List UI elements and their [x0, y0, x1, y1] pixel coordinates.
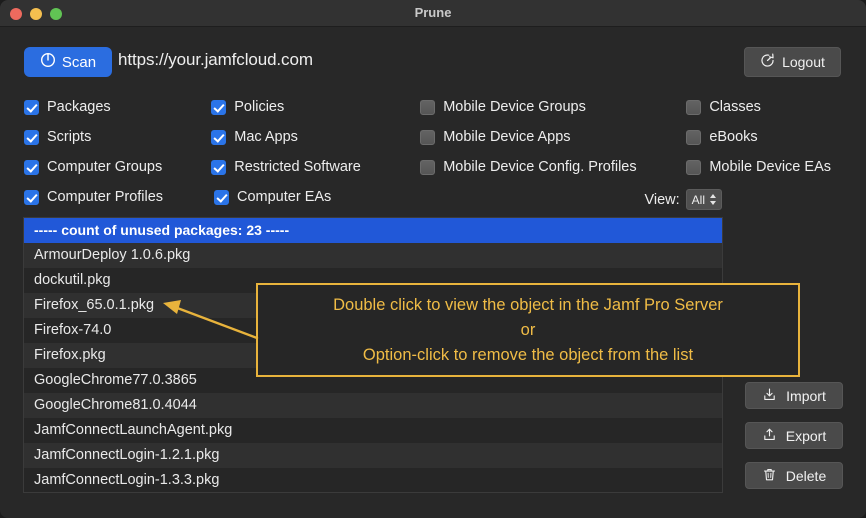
filter-row: Computer Groups Restricted Software Mobi…	[24, 152, 844, 182]
logout-button-label: Logout	[782, 54, 825, 70]
checkbox-mac-apps-box[interactable]	[211, 129, 227, 145]
import-button-label: Import	[786, 387, 826, 404]
checkbox-classes-box[interactable]	[686, 99, 702, 115]
logout-clock-icon	[760, 53, 775, 71]
checkbox-computer-profiles-box[interactable]	[24, 189, 39, 205]
checkbox-computer-eas-label: Computer EAs	[237, 189, 332, 205]
view-dropdown[interactable]: All	[685, 189, 722, 210]
checkbox-ebooks-label: eBooks	[709, 129, 758, 145]
checkbox-mobile-device-apps-label: Mobile Device Apps	[443, 129, 571, 145]
checkbox-mobile-device-config-profiles[interactable]: Mobile Device Config. Profiles	[420, 159, 686, 175]
window-titlebar: Prune	[0, 0, 866, 27]
server-url-text: https://your.jamfcloud.com	[118, 50, 313, 69]
checkbox-classes-label: Classes	[709, 99, 761, 115]
checkbox-computer-eas-box[interactable]	[214, 189, 229, 205]
checkbox-restricted-software-box[interactable]	[211, 159, 227, 175]
chevron-updown-icon	[709, 193, 717, 206]
checkbox-mobile-device-groups-box[interactable]	[420, 99, 436, 115]
trash-icon	[762, 467, 777, 485]
callout-line-1: Double click to view the object in the J…	[333, 295, 723, 314]
list-header-row[interactable]: ----- count of unused packages: 23 -----	[24, 218, 722, 243]
list-item[interactable]: ArmourDeploy 1.0.6.pkg	[24, 243, 722, 268]
checkbox-mobile-device-groups[interactable]: Mobile Device Groups	[420, 99, 686, 115]
checkbox-scripts-box[interactable]	[24, 129, 39, 145]
checkbox-ebooks-box[interactable]	[686, 129, 702, 145]
checkbox-packages-label: Packages	[47, 99, 111, 115]
checkbox-packages-box[interactable]	[24, 99, 39, 115]
import-tray-icon	[762, 387, 777, 405]
logout-button[interactable]: Logout	[744, 47, 841, 77]
delete-button-label: Delete	[785, 467, 827, 484]
list-item[interactable]: GoogleChrome81.0.4044	[24, 393, 722, 418]
callout-line-3: Option-click to remove the object from t…	[362, 345, 694, 364]
checkbox-mac-apps[interactable]: Mac Apps	[211, 129, 420, 145]
checkbox-mobile-device-eas[interactable]: Mobile Device EAs	[686, 159, 844, 175]
scan-button[interactable]: Scan	[24, 47, 112, 77]
checkbox-scripts-label: Scripts	[47, 129, 92, 145]
window-title: Prune	[414, 5, 452, 20]
checkbox-policies-label: Policies	[234, 99, 285, 115]
checkbox-policies-box[interactable]	[211, 99, 227, 115]
checkbox-computer-groups-box[interactable]	[24, 159, 39, 175]
checkbox-computer-profiles[interactable]: Computer Profiles	[24, 189, 214, 205]
export-button-label: Export	[785, 427, 827, 444]
action-buttons: Import Export Delete	[745, 382, 843, 489]
filter-row: Scripts Mac Apps Mobile Device Apps eBoo…	[24, 122, 844, 152]
checkbox-mobile-device-eas-box[interactable]	[686, 159, 702, 175]
checkbox-mobile-device-groups-label: Mobile Device Groups	[443, 99, 586, 115]
import-button[interactable]: Import	[745, 382, 843, 409]
power-icon	[40, 52, 56, 72]
checkbox-packages[interactable]: Packages	[24, 99, 211, 115]
list-item[interactable]: JamfConnectLogin-1.2.1.pkg	[24, 443, 722, 468]
instruction-callout: Double click to view the object in the J…	[256, 283, 800, 377]
checkbox-scripts[interactable]: Scripts	[24, 129, 211, 145]
checkbox-mac-apps-label: Mac Apps	[234, 129, 298, 145]
checkbox-policies[interactable]: Policies	[211, 99, 420, 115]
checkbox-classes[interactable]: Classes	[686, 99, 844, 115]
checkbox-computer-profiles-label: Computer Profiles	[47, 189, 164, 205]
checkbox-mobile-device-apps[interactable]: Mobile Device Apps	[420, 129, 686, 145]
prune-window: Prune Scan https://your.jamfcloud.com Lo…	[0, 0, 866, 518]
checkbox-computer-groups-label: Computer Groups	[47, 159, 163, 175]
checkbox-ebooks[interactable]: eBooks	[686, 129, 844, 145]
view-dropdown-value: All	[691, 192, 705, 207]
list-item[interactable]: JamfConnectLaunchAgent.pkg	[24, 418, 722, 443]
view-label: View:	[644, 191, 680, 208]
export-tray-icon	[762, 427, 777, 445]
scan-button-label: Scan	[61, 53, 97, 71]
list-item[interactable]: JamfConnectLogin-1.3.3.pkg	[24, 468, 722, 492]
checkbox-computer-groups[interactable]: Computer Groups	[24, 159, 211, 175]
delete-button[interactable]: Delete	[745, 462, 843, 489]
checkbox-mobile-device-config-profiles-box[interactable]	[420, 159, 436, 175]
checkbox-mobile-device-config-profiles-label: Mobile Device Config. Profiles	[443, 159, 637, 175]
checkbox-restricted-software[interactable]: Restricted Software	[211, 159, 420, 175]
checkbox-restricted-software-label: Restricted Software	[234, 159, 361, 175]
filter-row: Packages Policies Mobile Device Groups C…	[24, 92, 844, 122]
view-selector: View: All	[644, 189, 722, 210]
checkbox-mobile-device-apps-box[interactable]	[420, 129, 436, 145]
checkbox-mobile-device-eas-label: Mobile Device EAs	[709, 159, 831, 175]
checkbox-computer-eas[interactable]: Computer EAs	[214, 189, 426, 205]
callout-line-2: or	[520, 320, 536, 339]
export-button[interactable]: Export	[745, 422, 843, 449]
